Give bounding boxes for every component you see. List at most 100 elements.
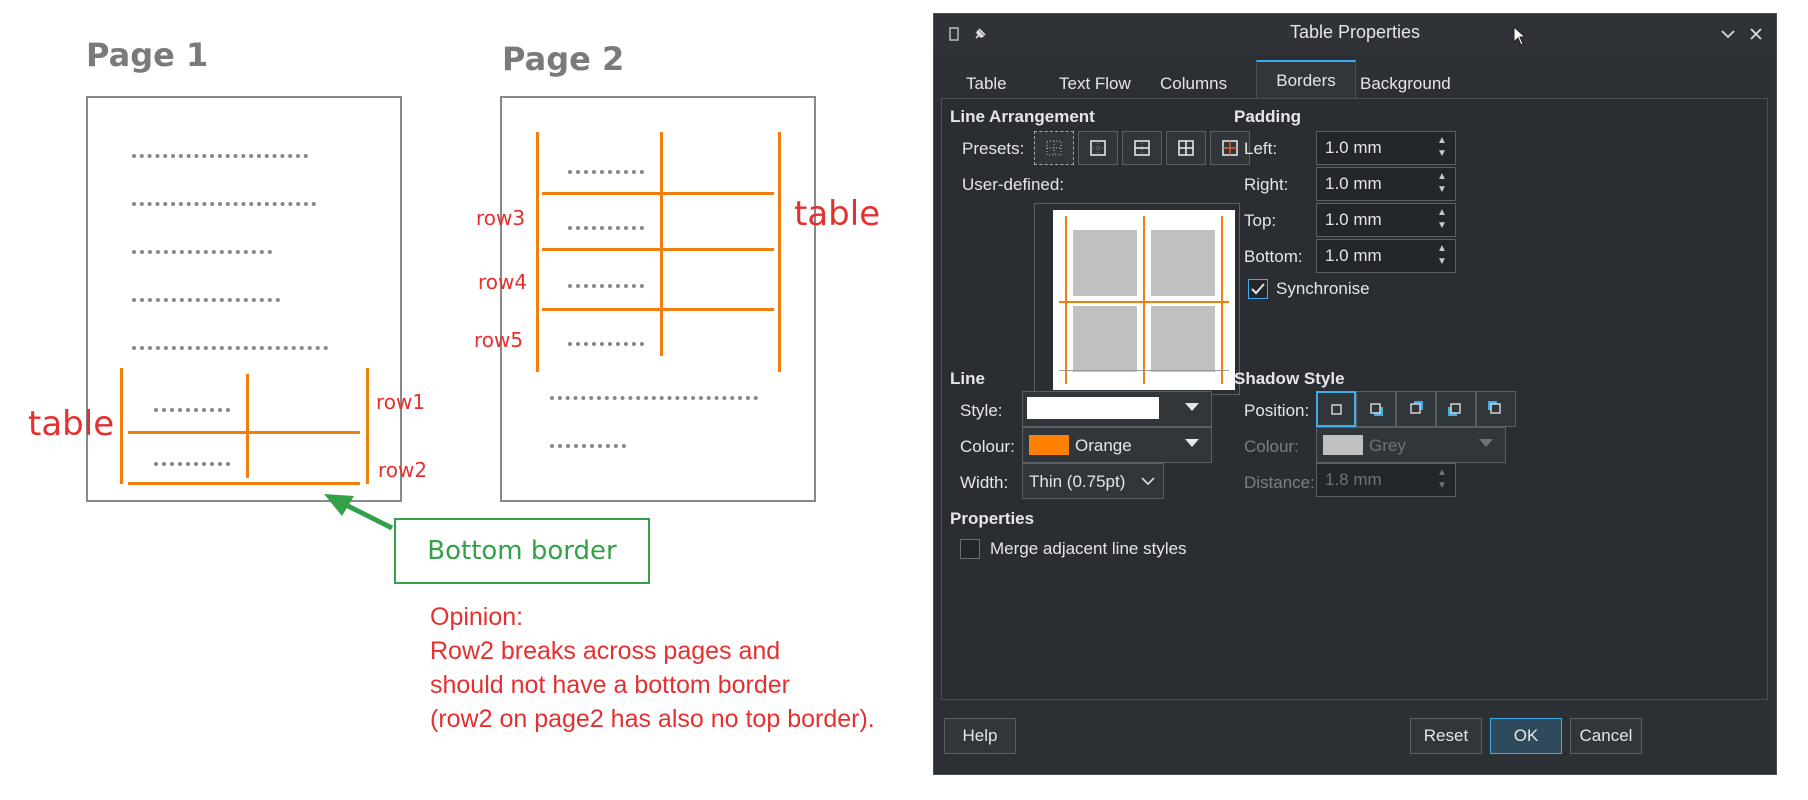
shadow-none-icon bbox=[1331, 404, 1342, 415]
page1-frame bbox=[86, 96, 402, 502]
text-line bbox=[132, 202, 316, 206]
border-outer-icon bbox=[1090, 140, 1106, 156]
shadow-top-right-button[interactable] bbox=[1396, 391, 1436, 427]
merge-adjacent-label[interactable]: Merge adjacent line styles bbox=[990, 539, 1187, 559]
table-row-border bbox=[542, 192, 774, 195]
border-none-icon bbox=[1046, 140, 1062, 156]
line-heading: Line bbox=[950, 369, 985, 388]
cancel-button[interactable]: Cancel bbox=[1570, 718, 1642, 754]
border-outer-inner-icon bbox=[1222, 140, 1238, 156]
border-preview[interactable] bbox=[1053, 210, 1235, 390]
cell-text bbox=[568, 342, 644, 346]
ok-button[interactable]: OK bbox=[1490, 718, 1562, 754]
row2-label: row2 bbox=[378, 458, 428, 482]
shadow-none-button[interactable] bbox=[1316, 391, 1356, 427]
chevron-down-icon[interactable] bbox=[1716, 22, 1740, 46]
help-button[interactable]: Help bbox=[944, 718, 1016, 754]
padding-left-spinbox[interactable]: 1.0 mm ▲ ▼ bbox=[1316, 131, 1456, 165]
shadow-bottom-right-icon bbox=[1370, 403, 1383, 416]
preview-cell bbox=[1151, 306, 1215, 372]
shadow-bottom-left-button[interactable] bbox=[1436, 391, 1476, 427]
preview-cell bbox=[1151, 230, 1215, 296]
preset-outer-button[interactable] bbox=[1078, 131, 1118, 165]
cell-text bbox=[568, 226, 644, 230]
row5-label: row5 bbox=[474, 328, 524, 352]
padding-bottom-spinbox[interactable]: 1.0 mm ▲ ▼ bbox=[1316, 239, 1456, 273]
synchronise-checkbox[interactable] bbox=[1248, 279, 1268, 299]
padding-right-label: Right: bbox=[1244, 175, 1289, 194]
table-border-right bbox=[778, 132, 781, 372]
presets-label: Presets: bbox=[962, 139, 1025, 158]
text-line bbox=[550, 396, 758, 400]
page1-title: Page 1 bbox=[86, 36, 209, 74]
shadow-bottom-right-button[interactable] bbox=[1356, 391, 1396, 427]
synchronise-label[interactable]: Synchronise bbox=[1276, 279, 1370, 299]
table-border-middle bbox=[660, 132, 663, 356]
padding-bottom-value: 1.0 mm bbox=[1325, 246, 1382, 265]
table-border-right bbox=[366, 368, 369, 484]
preview-left-border bbox=[1065, 216, 1067, 384]
line-width-label: Width: bbox=[960, 473, 1009, 492]
padding-right-spinbox[interactable]: 1.0 mm ▲ ▼ bbox=[1316, 167, 1456, 201]
table-bottom-border bbox=[128, 482, 360, 485]
tab-borders[interactable]: Borders bbox=[1256, 60, 1356, 102]
shadow-distance-label: Distance: bbox=[1244, 473, 1315, 492]
close-icon[interactable] bbox=[1744, 22, 1768, 46]
spin-arrows-icon[interactable]: ▲ ▼ bbox=[1435, 134, 1449, 162]
opinion-line: (row2 on page2 has also no top border). bbox=[430, 705, 875, 733]
padding-top-value: 1.0 mm bbox=[1325, 210, 1382, 229]
page2-title: Page 2 bbox=[502, 40, 625, 78]
title-bar[interactable]: Table Properties bbox=[934, 14, 1776, 54]
cell-text bbox=[154, 408, 230, 412]
border-all-icon bbox=[1178, 140, 1194, 156]
padding-left-label: Left: bbox=[1244, 139, 1278, 158]
table-border-left bbox=[536, 132, 539, 372]
user-defined-border-editor[interactable] bbox=[1034, 203, 1240, 395]
text-line bbox=[132, 298, 280, 302]
callout-arrow bbox=[324, 494, 394, 531]
spin-arrows-icon[interactable]: ▲ ▼ bbox=[1435, 170, 1449, 198]
row3-label: row3 bbox=[476, 206, 526, 230]
opinion-line: should not have a bottom border bbox=[430, 671, 790, 699]
shadow-distance-spinbox[interactable]: 1.8 mm ▲ ▼ bbox=[1316, 463, 1456, 497]
preview-cell bbox=[1073, 306, 1137, 372]
colour-swatch bbox=[1323, 435, 1363, 455]
opinion-note: Opinion: Row2 breaks across pages and sh… bbox=[430, 600, 930, 736]
preview-right-border bbox=[1221, 216, 1223, 384]
shadow-bottom-left-icon bbox=[1448, 403, 1461, 416]
table-border-left bbox=[120, 368, 123, 484]
row1-label: row1 bbox=[376, 390, 426, 414]
shadow-colour-value: Grey bbox=[1369, 436, 1406, 455]
line-style-select[interactable] bbox=[1022, 391, 1212, 427]
colour-swatch bbox=[1029, 435, 1069, 455]
illustration: Page 1 Page 2 table row1 row2 table row3 bbox=[0, 0, 930, 800]
table-row-border bbox=[128, 431, 360, 434]
line-colour-select[interactable]: Orange bbox=[1022, 427, 1212, 463]
line-style-preview bbox=[1027, 397, 1159, 419]
reset-button[interactable]: Reset bbox=[1410, 718, 1482, 754]
spin-arrows-icon[interactable]: ▲ ▼ bbox=[1435, 242, 1449, 270]
table-row-border bbox=[542, 248, 774, 251]
preset-none-button[interactable] bbox=[1034, 131, 1074, 165]
dropdown-arrow-icon bbox=[1185, 403, 1199, 411]
line-width-select[interactable]: Thin (0.75pt) bbox=[1022, 463, 1164, 499]
preview-cell bbox=[1073, 230, 1137, 296]
shadow-top-left-button[interactable] bbox=[1476, 391, 1516, 427]
spin-arrows-icon[interactable]: ▲ ▼ bbox=[1435, 206, 1449, 234]
preset-all-button[interactable] bbox=[1166, 131, 1206, 165]
preset-outer-horizontal-button[interactable] bbox=[1122, 131, 1162, 165]
shadow-colour-label: Colour: bbox=[1244, 437, 1299, 456]
padding-right-value: 1.0 mm bbox=[1325, 174, 1382, 193]
merge-adjacent-checkbox[interactable] bbox=[960, 539, 980, 559]
cell-text bbox=[568, 284, 644, 288]
borders-panel: Line Arrangement Presets: User-defined: bbox=[941, 98, 1768, 700]
properties-heading: Properties bbox=[950, 509, 1035, 528]
preview-bottom-guide bbox=[1059, 370, 1229, 371]
shadow-top-left-icon bbox=[1488, 401, 1501, 414]
shadow-style-heading: Shadow Style bbox=[1234, 369, 1345, 388]
shadow-colour-select[interactable]: Grey bbox=[1316, 427, 1506, 463]
cell-text bbox=[154, 462, 230, 466]
spin-arrows-icon[interactable]: ▲ ▼ bbox=[1435, 466, 1449, 494]
padding-top-spinbox[interactable]: 1.0 mm ▲ ▼ bbox=[1316, 203, 1456, 237]
mouse-cursor-icon bbox=[1508, 24, 1532, 48]
